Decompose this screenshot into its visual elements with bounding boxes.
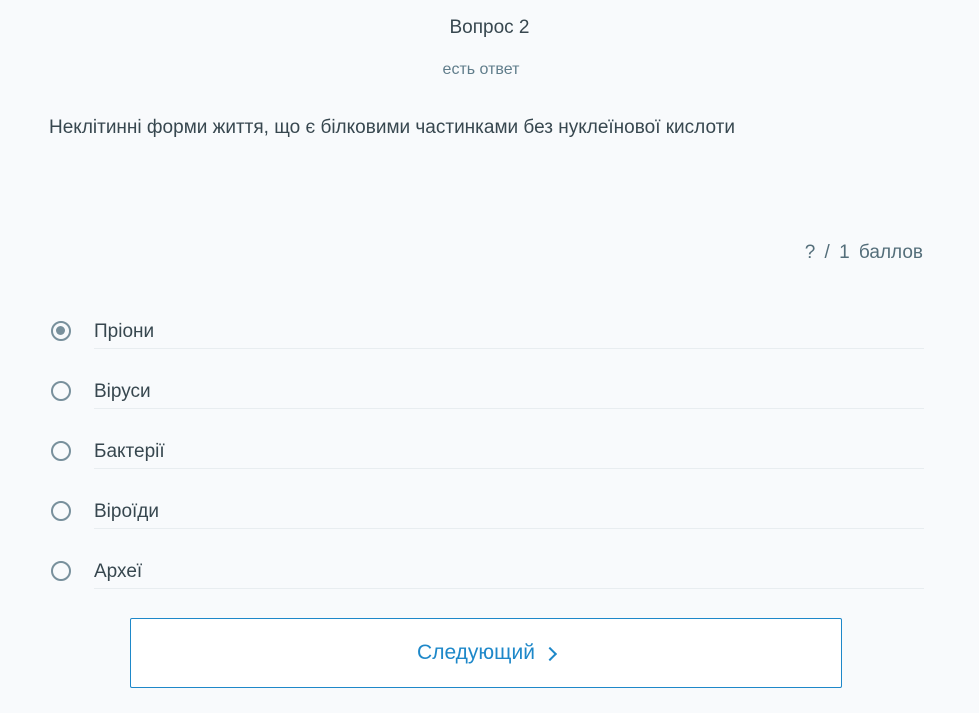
answer-option[interactable]: Пріони (50, 303, 924, 363)
option-label: Віруси (94, 381, 151, 402)
answer-status: есть ответ (442, 61, 520, 78)
divider (94, 468, 924, 469)
option-label: Археї (94, 561, 143, 582)
option-label: Віроїди (94, 501, 160, 522)
divider (94, 588, 924, 589)
answer-option[interactable]: Археї (50, 543, 924, 603)
chevron-right-icon (542, 646, 558, 662)
radio-button-checked[interactable] (51, 321, 71, 341)
answer-option[interactable]: Віроїди (50, 483, 924, 543)
answer-options: Пріони Віруси Бактерії Віроїди Археї (50, 303, 924, 603)
radio-button[interactable] (51, 561, 71, 581)
divider (94, 348, 924, 349)
answer-option[interactable]: Віруси (50, 363, 924, 423)
points-label: ? / 1 баллов (804, 242, 923, 263)
option-label: Бактерії (94, 441, 165, 462)
radio-button[interactable] (51, 381, 71, 401)
divider (94, 528, 924, 529)
divider (94, 408, 924, 409)
question-text: Неклітинні форми життя, що є білковими ч… (49, 117, 735, 138)
next-button[interactable]: Следующий (130, 618, 842, 688)
question-number-title: Вопрос 2 (449, 17, 530, 38)
radio-button[interactable] (51, 441, 71, 461)
answer-option[interactable]: Бактерії (50, 423, 924, 483)
option-label: Пріони (94, 321, 155, 342)
next-button-label: Следующий (417, 641, 535, 664)
radio-button[interactable] (51, 501, 71, 521)
